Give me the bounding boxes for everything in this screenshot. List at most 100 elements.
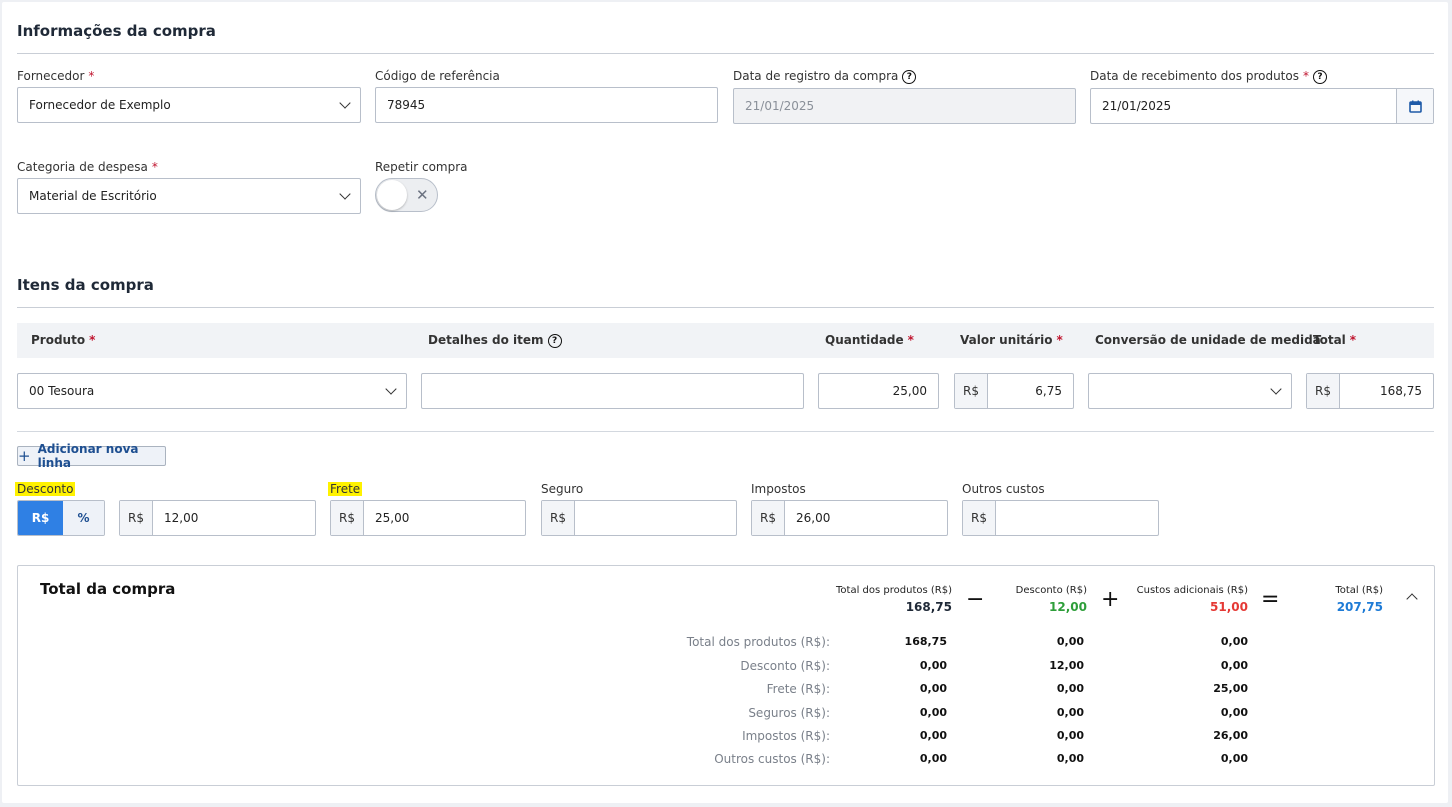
breakdown-cell: 0,00 [1056,729,1084,742]
currency-prefix: R$ [331,501,364,535]
supplier-select[interactable]: Fornecedor de Exemplo [17,87,361,123]
help-icon[interactable]: ? [902,69,917,84]
breakdown-cell: 0,00 [919,706,947,719]
repeat-purchase-label: Repetir compra [375,160,468,174]
breakdown-row-label: Outros custos (R$): [714,752,830,766]
breakdown-cell: 0,00 [919,682,947,695]
product-value: 00 Tesoura [29,384,95,398]
help-icon[interactable]: ? [547,333,562,348]
discount-value: 12,00 [164,511,199,525]
chevron-down-icon [339,97,351,109]
column-total: Total * [1313,333,1357,347]
purchase-form-card: Informações da compra Fornecedor * Fornec… [2,2,1448,803]
discount-label: Desconto [15,482,76,496]
registration-date-value: 21/01/2025 [745,99,815,113]
discount-total-label: Desconto (R$) [1015,585,1087,596]
unit-conversion-select[interactable] [1088,373,1292,409]
breakdown-cell: 0,00 [1220,706,1248,719]
breakdown-cell: 0,00 [919,729,947,742]
breakdown-cell: 168,75 [904,635,947,648]
toggle-knob [377,180,407,210]
chevron-down-icon [385,383,397,395]
freight-input[interactable]: R$ 25,00 [330,500,526,536]
plus-sign: + [1101,587,1120,612]
column-unit-value: Valor unitário * [960,333,1063,347]
quantity-input[interactable]: 25,00 [818,373,939,409]
breakdown-cell: 0,00 [919,752,947,765]
breakdown-cell: 26,00 [1213,729,1248,742]
section-title-purchase-info: Informações da compra [17,22,216,40]
breakdown-cell: 0,00 [919,659,947,672]
taxes-value: 26,00 [796,511,831,525]
currency-prefix: R$ [752,501,785,535]
taxes-label: Impostos [751,482,806,496]
purchase-total-title: Total da compra [40,580,176,598]
discount-input[interactable]: R$ 12,00 [119,500,316,536]
unit-value: 6,75 [1035,384,1062,398]
breakdown-cell: 0,00 [1220,752,1248,765]
breakdown-cell: 25,00 [1213,682,1248,695]
quantity-value: 25,00 [892,384,927,398]
close-icon: ✕ [416,186,429,204]
grand-total-value: 207,75 [1336,600,1383,614]
column-details: Detalhes do item? [428,333,562,348]
item-details-input[interactable] [421,373,804,409]
breakdown-cell: 0,00 [1056,752,1084,765]
other-costs-input[interactable]: R$ [962,500,1159,536]
calendar-button[interactable] [1396,89,1433,123]
chevron-up-icon[interactable] [1406,593,1418,605]
calendar-icon [1408,100,1422,113]
help-icon[interactable]: ? [1312,69,1327,84]
plus-icon: + [18,447,31,465]
products-total-label: Total dos produtos (R$) [836,585,952,596]
discount-mode-currency[interactable]: R$ [18,501,63,535]
breakdown-cell: 0,00 [1056,635,1084,648]
breakdown-cell: 0,00 [1220,635,1248,648]
divider [17,431,1434,432]
column-product: Produto * [31,333,96,347]
purchase-total-panel: Total da compra Total dos produtos (R$) … [17,565,1435,786]
products-total-value: 168,75 [905,600,952,614]
column-unit-conversion: Conversão de unidade de medida [1095,333,1321,347]
receipt-date-value: 21/01/2025 [1102,99,1172,113]
row-total-value: 168,75 [1380,384,1422,398]
currency-prefix: R$ [955,374,988,408]
grand-total-label: Total (R$) [1335,585,1383,596]
breakdown-row-label: Seguros (R$): [748,706,830,720]
currency-prefix: R$ [1307,374,1340,408]
breakdown-row-label: Frete (R$): [766,682,830,696]
discount-mode-percent[interactable]: % [63,501,104,535]
total-input[interactable]: R$ 168,75 [1306,373,1434,409]
add-line-button[interactable]: + Adicionar nova linha [17,442,166,470]
additional-costs-value: 51,00 [1210,600,1248,614]
breakdown-cell: 0,00 [1056,682,1084,695]
supplier-label: Fornecedor * [17,69,95,83]
registration-date-label: Data de registro da compra? [733,69,917,84]
expense-category-label: Categoria de despesa * [17,160,158,174]
receipt-date-input[interactable]: 21/01/2025 [1090,88,1434,124]
section-title-items: Itens da compra [17,276,154,294]
taxes-input[interactable]: R$ 26,00 [751,500,948,536]
repeat-purchase-toggle[interactable]: ✕ [375,178,438,212]
other-costs-label: Outros custos [962,482,1045,496]
breakdown-row-label: Total dos produtos (R$): [686,635,830,649]
chevron-down-icon [1270,383,1282,395]
column-quantity: Quantidade * [825,333,914,347]
divider [17,307,1434,308]
expense-category-select[interactable]: Material de Escritório [17,178,361,214]
currency-prefix: R$ [963,501,996,535]
product-select[interactable]: 00 Tesoura [17,373,407,409]
discount-total-value: 12,00 [1049,600,1087,614]
divider [17,53,1434,54]
chevron-down-icon [339,188,351,200]
receipt-date-label: Data de recebimento dos produtos *? [1090,69,1327,84]
insurance-input[interactable]: R$ [541,500,737,536]
reference-code-value: 78945 [387,98,426,112]
reference-code-input[interactable]: 78945 [375,87,718,123]
unit-value-input[interactable]: R$ 6,75 [954,373,1074,409]
breakdown-row-label: Impostos (R$): [742,729,830,743]
currency-prefix: R$ [542,501,575,535]
additional-costs-label: Custos adicionais (R$) [1136,585,1248,596]
expense-category-value: Material de Escritório [29,189,157,203]
registration-date-input: 21/01/2025 [733,88,1076,124]
